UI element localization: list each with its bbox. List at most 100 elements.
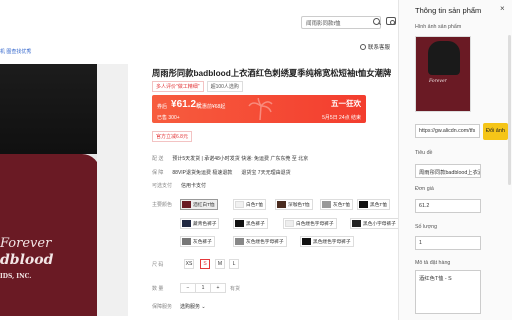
panel-product-image: Forever bbox=[415, 36, 471, 112]
color-option[interactable]: 深咖色T恤 bbox=[275, 199, 313, 210]
color-option[interactable]: 灰色T恤 bbox=[320, 199, 353, 210]
guarantee-badge: 88VIP退货免运费 极速退款 bbox=[172, 170, 233, 176]
title-input[interactable]: 周雨彤同款badblood上衣酒红色刺绣 bbox=[415, 164, 481, 178]
product-info-panel: Thông tin sản phẩm Hình ảnh sản phẩm For… bbox=[398, 0, 512, 320]
service-label: 保障服务 bbox=[152, 304, 173, 310]
color-option-label: 黑色裤子 bbox=[246, 221, 265, 226]
panel-title: Thông tin sản phẩm bbox=[415, 6, 482, 15]
sold-count: 已售 300+ bbox=[157, 115, 180, 121]
color-option-label: 白色缕色字母裤子 bbox=[296, 221, 334, 226]
image-url-input[interactable]: https://gw.alicdn.com/tfs bbox=[415, 124, 480, 138]
shirt-print-line1: Forever bbox=[0, 236, 52, 251]
product-tags: 多人评价"做工精细" 超100人选购 bbox=[152, 81, 243, 92]
color-thumb bbox=[235, 238, 244, 245]
color-option[interactable]: 白色T恤 bbox=[233, 199, 266, 210]
shirt-print-line3: IDS, INC. bbox=[0, 273, 32, 280]
panel-shirt-print: Forever bbox=[429, 79, 447, 84]
contact-service-button[interactable]: 联系客服 bbox=[360, 43, 390, 51]
shipping-value[interactable]: 预计5天发货 | 承诺48小时发货 快递: 免运费 广东东莞 至 北京 bbox=[172, 156, 308, 162]
quantity-value[interactable]: 1 bbox=[196, 284, 211, 292]
quantity-panel-label: Số lượng bbox=[415, 224, 438, 230]
review-tag: 多人评价"做工精细" bbox=[152, 81, 204, 92]
size-option-s[interactable]: S bbox=[200, 259, 210, 269]
size-label: 尺 码 bbox=[152, 262, 164, 268]
palm-tree-icon bbox=[248, 98, 273, 120]
description-textarea[interactable]: 酒红色T恤 - S bbox=[415, 270, 481, 314]
chat-icon bbox=[360, 44, 366, 50]
sale-time: 5月5日 24点 结束 bbox=[322, 115, 361, 121]
guarantee-value[interactable]: 退货宝 7天无理由退货 bbox=[241, 170, 290, 176]
sale-name: 五一狂欢 bbox=[331, 99, 361, 108]
size-option-m[interactable]: M bbox=[215, 259, 225, 269]
breadcrumb[interactable]: 机 图查找优秀 bbox=[0, 48, 31, 55]
gallery-side bbox=[97, 64, 128, 316]
color-option[interactable]: 灰色缕色字母裤子 bbox=[233, 236, 287, 247]
panel-model-hair bbox=[428, 41, 460, 75]
color-thumb bbox=[182, 220, 191, 227]
color-thumb bbox=[322, 201, 331, 208]
quantity-decrease-button[interactable]: − bbox=[181, 284, 196, 292]
color-option-label: 灰色裤子 bbox=[193, 239, 212, 244]
color-option-label: 黑色小字母裤子 bbox=[363, 221, 396, 226]
payment-label: 可选支付 bbox=[152, 183, 173, 189]
product-title: 周雨彤同款badblood上衣酒红色刺绣夏季纯棉宽松短袖t恤女潮牌 bbox=[152, 68, 392, 78]
color-thumb bbox=[182, 201, 191, 208]
shipping-label: 配 送 bbox=[152, 156, 164, 162]
color-thumb bbox=[277, 201, 286, 208]
shirt-print-line2: dblood bbox=[0, 252, 54, 268]
color-thumb bbox=[285, 220, 294, 227]
popular-tag: 超100人选购 bbox=[206, 81, 243, 92]
color-label: 主要颜色 bbox=[152, 202, 173, 208]
color-option[interactable]: 白色缕色字母裤子 bbox=[283, 218, 337, 229]
color-option[interactable]: 酒红白T恤 bbox=[180, 199, 218, 210]
color-option[interactable]: 藏青色裤子 bbox=[180, 218, 220, 229]
color-thumb bbox=[235, 220, 244, 227]
close-icon[interactable]: × bbox=[500, 4, 505, 13]
price-prefix: 券后 bbox=[157, 104, 168, 110]
color-option-label: 藏青色裤子 bbox=[193, 221, 217, 226]
service-value: 选购服务 bbox=[180, 304, 201, 310]
color-option-label: 酒红白T恤 bbox=[193, 202, 215, 207]
color-option[interactable]: 黑色裤子 bbox=[233, 218, 268, 229]
color-option-label: 白色T恤 bbox=[246, 202, 263, 207]
color-thumb bbox=[235, 201, 244, 208]
title-label: Tiêu đề bbox=[415, 150, 433, 156]
color-thumb bbox=[302, 238, 311, 245]
image-label: Hình ảnh sản phẩm bbox=[415, 24, 462, 30]
price-input[interactable]: 61.2 bbox=[415, 199, 481, 213]
quantity-label: 数 量 bbox=[152, 286, 164, 292]
color-thumb bbox=[359, 201, 368, 208]
guarantee-label: 保 障 bbox=[152, 170, 164, 176]
color-option[interactable]: 灰色裤子 bbox=[180, 236, 215, 247]
color-thumb bbox=[182, 238, 191, 245]
price-note: 优惠前¥68起 bbox=[197, 104, 226, 110]
quantity-input[interactable]: 1 bbox=[415, 236, 481, 250]
top-bar: 闻雨影同款t恤 机 图查找优秀 bbox=[0, 0, 398, 55]
size-option-l[interactable]: L bbox=[229, 259, 239, 269]
color-option[interactable]: 黑色缕色字母裤子 bbox=[300, 236, 354, 247]
description-label: Mô tả đặt hàng bbox=[415, 260, 451, 266]
quantity-increase-button[interactable]: + bbox=[211, 284, 225, 292]
stock-label: 有货 bbox=[230, 286, 241, 292]
color-option-label: 灰色缕色字母裤子 bbox=[246, 239, 284, 244]
color-option-label: 黑色缕色字母裤子 bbox=[313, 239, 351, 244]
camera-icon[interactable] bbox=[386, 17, 396, 25]
color-option[interactable]: 黑色T恤 bbox=[357, 199, 390, 210]
change-image-button[interactable]: Đổi ảnh bbox=[483, 123, 508, 140]
color-option-label: 深咖色T恤 bbox=[288, 202, 310, 207]
search-icon[interactable] bbox=[371, 16, 383, 28]
sale-event: 五一狂欢 5月5日 24点 结束 bbox=[322, 98, 361, 121]
price-banner: 券后 ¥61.2起 优惠前¥68起 已售 300+ 五一狂欢 5月5日 24点 … bbox=[152, 95, 366, 123]
color-option-label: 黑色T恤 bbox=[370, 202, 387, 207]
quantity-stepper[interactable]: − 1 + bbox=[180, 283, 226, 293]
color-option[interactable]: 黑色小字母裤子 bbox=[350, 218, 399, 229]
size-option-xs[interactable]: XS bbox=[184, 259, 194, 269]
service-dropdown[interactable]: 选购服务 ⌄ bbox=[180, 303, 206, 310]
payment-row: 可选支付 信用卡支付 bbox=[152, 182, 206, 189]
search-input[interactable]: 闻雨影同款t恤 bbox=[301, 16, 381, 29]
price-label: Đơn giá bbox=[415, 186, 434, 192]
coupon-badge[interactable]: 官方立减6.8元 bbox=[152, 131, 192, 142]
color-thumb bbox=[352, 220, 361, 227]
payment-value[interactable]: 信用卡支付 bbox=[181, 183, 206, 189]
panel-scrollbar[interactable] bbox=[508, 35, 511, 185]
